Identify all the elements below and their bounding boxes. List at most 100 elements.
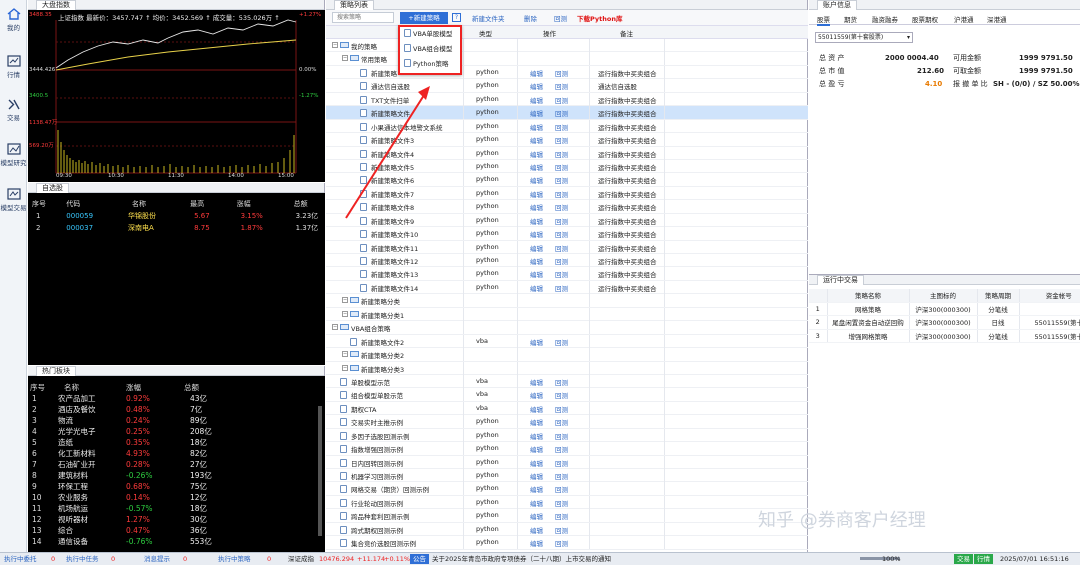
home-icon [7, 8, 20, 20]
col-header: 涨幅 [236, 199, 251, 208]
nav-market[interactable]: 行情 [0, 55, 27, 79]
status-index-value: 10476.294 [319, 555, 355, 563]
col-header: 涨幅 [126, 382, 141, 392]
status-index-name: 深证成指 [288, 555, 314, 563]
model-trade-icon [6, 188, 21, 200]
account-select[interactable]: 55011559(第十套股票) ▾ [815, 32, 913, 43]
nav-trade[interactable]: 交易 [0, 98, 27, 122]
sector-amount: 30亿 [190, 515, 208, 524]
table-row[interactable]: 5 造纸 0.35% 18亿 [28, 437, 228, 448]
nav-research[interactable]: 模型研究 [0, 143, 27, 167]
row-index: 8 [32, 471, 37, 480]
account-tab[interactable]: 融资融券 [872, 14, 898, 24]
stock-name: 华锦股份 [128, 212, 157, 220]
intraday-svg [55, 19, 297, 174]
account-tab[interactable]: 期货 [844, 14, 857, 24]
fund-account: 55011559(第十 [1019, 315, 1080, 330]
stock-code: 000059 [66, 212, 94, 220]
sector-change: 0.24% [126, 416, 150, 425]
strategy-name: 网格策略 [827, 302, 910, 317]
account-tab[interactable]: 深港通 [987, 14, 1007, 24]
sector-name: 通信设备 [58, 537, 88, 546]
col-header [809, 289, 828, 303]
sector-name: 建筑材料 [58, 471, 88, 480]
quote-button[interactable]: 行情 [974, 554, 993, 564]
main-symbol: 沪深300(000300) [909, 329, 978, 344]
sector-amount: 27亿 [190, 460, 208, 469]
table-row[interactable]: 13 综合 0.47% 36亿 [28, 525, 228, 536]
total-pnl-value: 4.10 [925, 80, 943, 88]
tab-running[interactable]: 运行中交易 [817, 275, 864, 285]
research-icon [6, 143, 21, 155]
strategy-name: 尾盘闲置资金自动逆回购 [827, 315, 910, 330]
row-index: 1 [32, 394, 37, 403]
total-pnl-label: 总 盈 亏 [819, 80, 845, 88]
col-header: 序号 [30, 382, 45, 392]
annotation-arrow [345, 86, 430, 219]
col-header: 代码 [66, 199, 81, 208]
nav-model-trade[interactable]: 模型交易 [0, 188, 27, 212]
table-row[interactable]: 6 化工新材料 4.93% 82亿 [28, 448, 228, 459]
sector-name: 物流 [58, 416, 73, 425]
fund-account [1019, 302, 1080, 317]
sector-change: 0.35% [126, 438, 150, 447]
intraday-chart[interactable]: 上证指数 最新价：3457.747 ↑ 均价：3452.569 ↑ 成交量：53… [28, 10, 325, 182]
running-header: 策略名称 主图标的 策略周期 资金帐号 [809, 289, 1080, 303]
sector-change: 4.93% [126, 449, 150, 458]
account-tab[interactable]: 股票期权 [912, 14, 938, 24]
table-row[interactable]: 3 物流 0.24% 89亿 [28, 415, 228, 426]
row-index: 2 [809, 315, 828, 330]
table-row[interactable]: 11 机场航运 -0.57% 18亿 [28, 503, 228, 514]
sector-amount: 36亿 [190, 526, 208, 535]
tab-watchlist[interactable]: 自选股 [36, 183, 69, 193]
status-label[interactable]: 执行中委托 [4, 553, 37, 565]
table-row[interactable]: 2 尾盘闲置资金自动逆回购 沪深300(000300) 日线 55011559(第十 [809, 315, 1080, 330]
sector-name: 光学光电子 [58, 427, 96, 436]
account-tab[interactable]: 股票 [817, 14, 830, 26]
sector-change: -0.76% [126, 537, 153, 546]
table-row[interactable]: 1 网格策略 沪深300(000300) 分笔线 [809, 302, 1080, 317]
watchlist-panel: 自选股 序号 代码 名称 最高 涨幅 总额 1 000059 华锦股份 5.67… [28, 183, 325, 365]
status-label[interactable]: 消息提示 [144, 553, 170, 565]
table-row[interactable]: 4 光学光电子 0.25% 208亿 [28, 426, 228, 437]
table-row[interactable]: 14 通信设备 -0.76% 553亿 [28, 536, 228, 547]
y-label-bottom: 3400.5 [29, 93, 49, 99]
withdrawable-label: 可取金额 [953, 67, 981, 75]
status-count: 0 [183, 555, 188, 563]
chevron-down-icon: ▾ [906, 34, 910, 41]
table-row[interactable]: 3 增强网格策略 沪深300(000300) 分笔线 55011559(第十 [809, 329, 1080, 344]
status-label[interactable]: 执行中策略 [218, 553, 251, 565]
table-row[interactable]: 2 酒店及餐饮 0.48% 7亿 [28, 404, 228, 415]
cancel-ratio-label: 报 撤 单 比 [953, 80, 988, 88]
tab-hot-sectors[interactable]: 热门板块 [36, 366, 76, 376]
table-row[interactable]: 10 农业服务 0.14% 12亿 [28, 492, 228, 503]
nav-my[interactable]: 我的 [0, 8, 27, 32]
tab-account-info[interactable]: 账户信息 [817, 0, 857, 10]
table-row[interactable]: 12 视听器材 1.27% 30亿 [28, 514, 228, 525]
sector-name: 农业服务 [58, 493, 88, 502]
main-symbol: 沪深300(000300) [909, 315, 978, 330]
table-row[interactable]: 1 农产品加工 0.92% 43亿 [28, 393, 228, 404]
sector-name: 化工新材料 [58, 449, 96, 458]
status-label[interactable]: 执行中任务 [66, 553, 99, 565]
table-row[interactable]: 1 000059 华锦股份 5.67 3.15% 3.23亿 [28, 210, 325, 222]
hot-header: 序号 名称 涨幅 总额 [28, 381, 228, 393]
stock-change: 3.15% [240, 212, 263, 220]
stock-amount: 1.37亿 [295, 224, 319, 232]
sector-change: 0.14% [126, 493, 150, 502]
row-index: 3 [32, 416, 37, 425]
tab-market-index[interactable]: 大盘指数 [36, 0, 76, 10]
account-tab[interactable]: 沪港通 [954, 14, 974, 24]
table-row[interactable]: 8 建筑材料 -0.26% 193亿 [28, 470, 228, 481]
table-row[interactable]: 2 000037 深南电A 8.75 1.87% 1.37亿 [28, 222, 325, 234]
sector-amount: 193亿 [190, 471, 212, 480]
table-row[interactable]: 9 环保工程 0.68% 75亿 [28, 481, 228, 492]
hot-scrollbar[interactable] [318, 406, 322, 536]
status-bar: 执行中委托 0 执行中任务 0 消息提示 0 执行中策略 0 深证成指 1047… [0, 552, 1080, 565]
row-index: 13 [32, 526, 42, 535]
time-label: 09:30 [56, 173, 72, 179]
trade-button[interactable]: 交易 [954, 554, 973, 564]
notice-text[interactable]: 关于2025年青岛市政府专项债券（二十八期）上市交易的通知 [432, 553, 611, 565]
table-row[interactable]: 7 石油矿业开 0.28% 27亿 [28, 459, 228, 470]
hot-sectors-table: 序号 名称 涨幅 总额 1 农产品加工 0.92% 43亿 2 酒店及餐饮 0.48% 7亿 3… [28, 376, 325, 552]
